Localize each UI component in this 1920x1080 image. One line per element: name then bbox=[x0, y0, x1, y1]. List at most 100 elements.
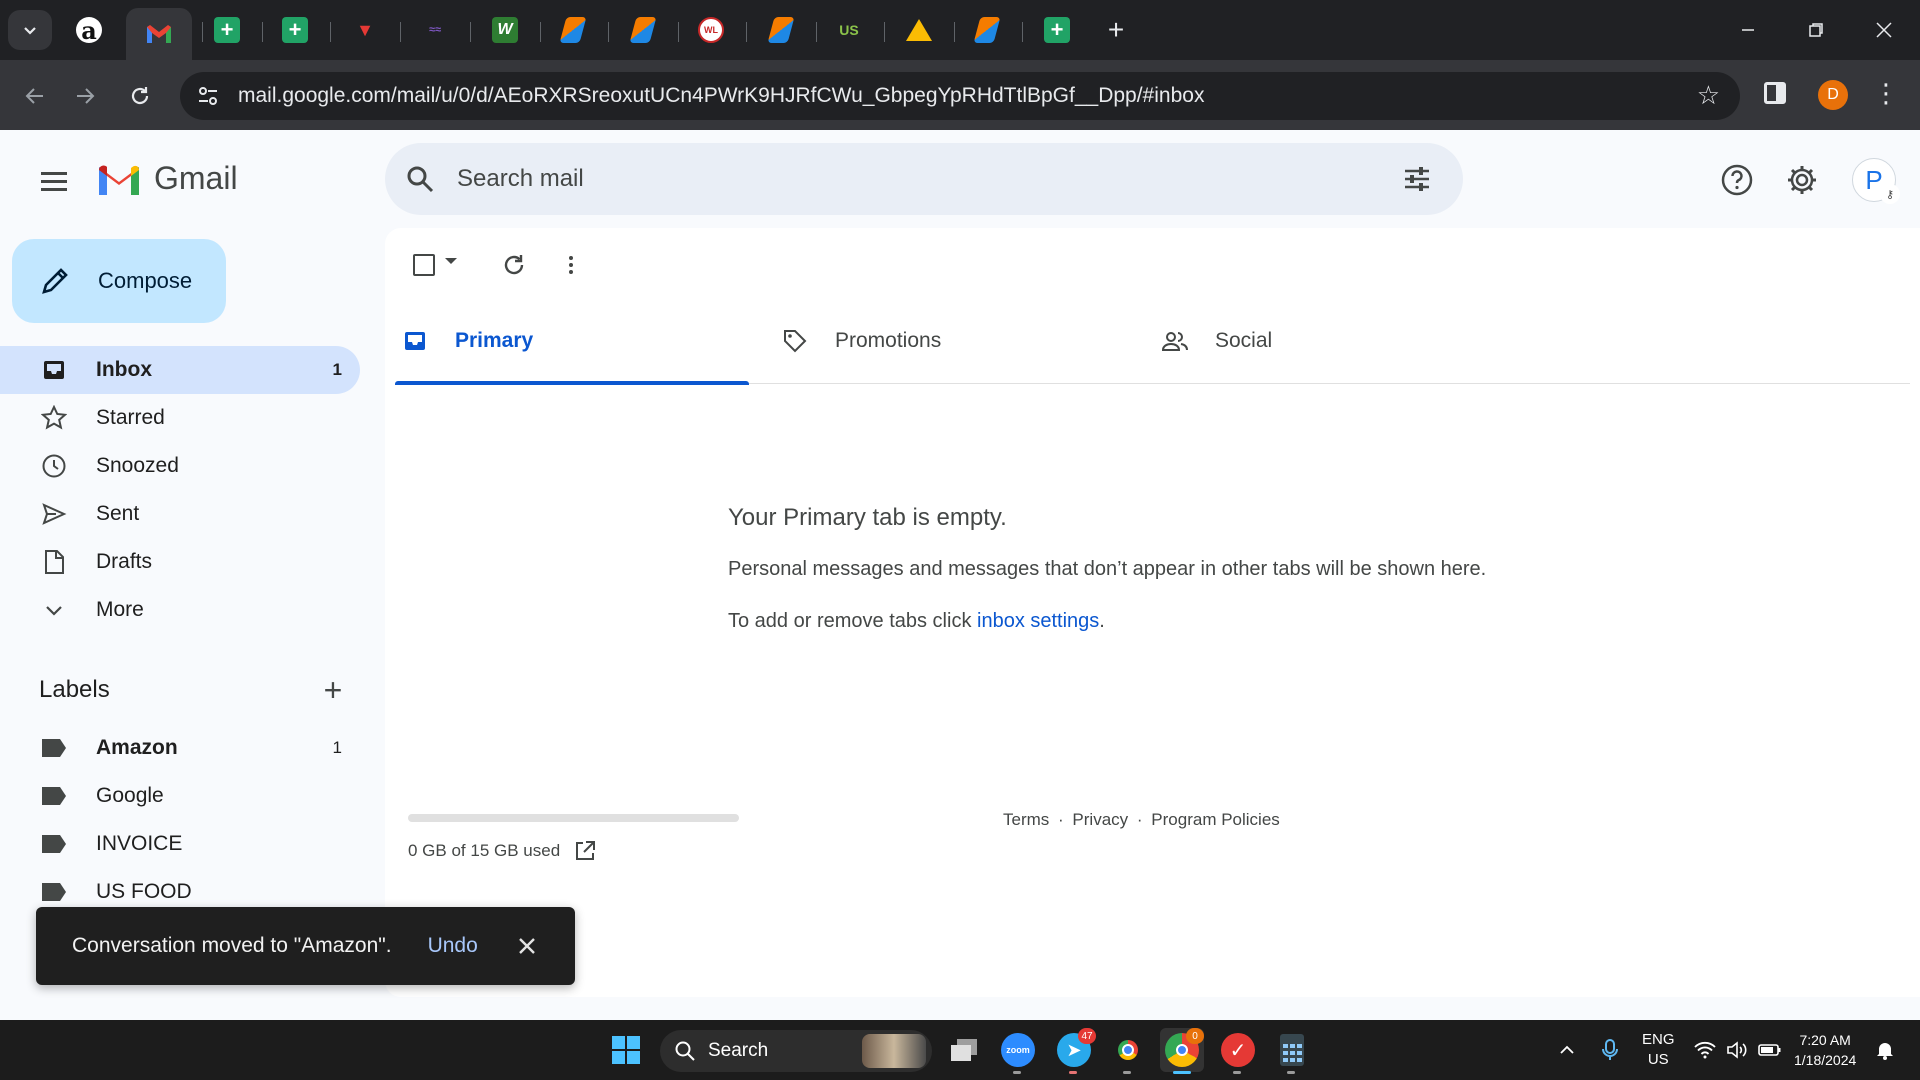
nav-label: More bbox=[96, 598, 144, 621]
taskbar-chrome-1[interactable] bbox=[1106, 1028, 1150, 1074]
gmail-logo[interactable]: Gmail bbox=[96, 160, 238, 197]
taskbar-checklist-app[interactable]: ✓ bbox=[1216, 1028, 1260, 1074]
back-button[interactable] bbox=[14, 76, 54, 116]
browser-tab-sheets-3[interactable]: + bbox=[1024, 8, 1090, 52]
select-menu-caret-icon[interactable] bbox=[445, 258, 457, 264]
browser-tab-orange-app-1[interactable] bbox=[540, 8, 606, 52]
inbox-category-tabs: Primary Promotions Social bbox=[395, 298, 1910, 385]
clock-button[interactable]: 7:20 AM 1/18/2024 bbox=[1794, 1020, 1856, 1080]
usfoods-icon: US bbox=[839, 22, 859, 38]
undo-button[interactable]: Undo bbox=[428, 934, 478, 958]
browser-menu-icon[interactable]: ⋮ bbox=[1872, 78, 1900, 109]
compose-button[interactable]: Compose bbox=[12, 239, 226, 323]
select-all-checkbox[interactable] bbox=[413, 254, 435, 276]
label-item-google[interactable]: Google bbox=[0, 772, 360, 820]
program-policies-link[interactable]: Program Policies bbox=[1151, 810, 1280, 829]
settings-button[interactable] bbox=[1782, 160, 1822, 200]
tab-social[interactable]: Social bbox=[1155, 298, 1272, 384]
inbox-settings-link[interactable]: inbox settings bbox=[977, 610, 1099, 632]
start-button[interactable] bbox=[604, 1028, 648, 1072]
close-window-button[interactable] bbox=[1856, 8, 1912, 52]
battery-icon bbox=[1758, 1044, 1781, 1056]
url-text[interactable]: mail.google.com/mail/u/0/d/AEoRXRSreoxut… bbox=[238, 84, 1204, 108]
browser-tab-sheets-1[interactable]: + bbox=[194, 8, 260, 52]
reload-button[interactable] bbox=[120, 76, 160, 116]
browser-tab-sheets-2[interactable]: + bbox=[262, 8, 328, 52]
bookmark-star-icon[interactable]: ☆ bbox=[1697, 80, 1720, 111]
browser-tab-orange-app-4[interactable] bbox=[954, 8, 1020, 52]
browser-tab-circle-logo[interactable]: WL bbox=[678, 8, 744, 52]
minimize-button[interactable] bbox=[1720, 8, 1776, 52]
main-menu-button[interactable] bbox=[36, 163, 72, 199]
browser-tab-w-logo[interactable]: W bbox=[472, 8, 538, 52]
browser-tab-amazon[interactable]: a bbox=[56, 8, 122, 52]
taskbar-chrome-2[interactable]: 0 bbox=[1160, 1028, 1204, 1074]
more-actions-icon[interactable] bbox=[561, 250, 581, 280]
browser-tab-purple-logo[interactable]: ≈≈ bbox=[402, 8, 468, 52]
create-label-button[interactable]: + bbox=[318, 674, 348, 706]
site-info-icon[interactable] bbox=[184, 72, 232, 120]
language-indicator[interactable]: ENG US bbox=[1642, 1020, 1675, 1080]
search-options-icon[interactable] bbox=[1401, 163, 1433, 195]
nav-label: Snoozed bbox=[96, 454, 179, 477]
close-icon[interactable] bbox=[516, 935, 538, 957]
key-icon: ⚷ bbox=[1880, 184, 1900, 204]
pencil-icon bbox=[42, 268, 68, 294]
windows-logo-icon bbox=[612, 1036, 640, 1064]
task-view-icon bbox=[951, 1039, 977, 1061]
label-item-amazon[interactable]: Amazon 1 bbox=[0, 724, 360, 772]
microphone-button[interactable] bbox=[1600, 1020, 1620, 1080]
browser-tab-red-logo[interactable]: ▼ bbox=[332, 8, 398, 52]
browser-tab-orange-app-3[interactable] bbox=[748, 8, 814, 52]
notifications-button[interactable] bbox=[1876, 1020, 1894, 1080]
browser-tab-usfoods[interactable]: US bbox=[816, 8, 882, 52]
search-icon[interactable] bbox=[405, 164, 435, 194]
label-item-invoice[interactable]: INVOICE bbox=[0, 820, 360, 868]
task-view-button[interactable] bbox=[942, 1028, 986, 1072]
red-logo-icon: ▼ bbox=[356, 19, 374, 40]
volume-icon bbox=[1727, 1041, 1747, 1059]
refresh-icon[interactable] bbox=[499, 250, 529, 280]
tab-primary[interactable]: Primary bbox=[395, 298, 750, 385]
nav-item-inbox[interactable]: Inbox 1 bbox=[0, 346, 360, 394]
nav-item-snoozed[interactable]: Snoozed bbox=[0, 442, 360, 490]
browser-tab-strip: a + + ▼ ≈≈ W WL US + + bbox=[0, 0, 1920, 60]
quick-settings-button[interactable] bbox=[1694, 1020, 1782, 1080]
tab-promotions[interactable]: Promotions bbox=[775, 298, 941, 384]
terms-link[interactable]: Terms bbox=[1003, 810, 1049, 829]
restore-button[interactable] bbox=[1788, 8, 1844, 52]
side-panel-icon[interactable] bbox=[1764, 82, 1786, 104]
browser-tab-gmail[interactable] bbox=[126, 8, 192, 60]
empty-state-hint: To add or remove tabs click inbox settin… bbox=[728, 610, 1105, 633]
show-hidden-icons-button[interactable] bbox=[1558, 1020, 1576, 1080]
nav-item-starred[interactable]: Starred bbox=[0, 394, 360, 442]
browser-tab-drive[interactable] bbox=[886, 8, 952, 52]
chrome-icon bbox=[1111, 1033, 1145, 1067]
nav-item-sent[interactable]: Sent bbox=[0, 490, 360, 538]
tab-search-button[interactable] bbox=[8, 10, 52, 50]
taskbar-search[interactable]: Search bbox=[660, 1030, 932, 1072]
new-tab-button[interactable]: + bbox=[1100, 12, 1132, 48]
taskbar-telegram[interactable]: ➤ 47 bbox=[1052, 1028, 1096, 1074]
sheets-icon: + bbox=[282, 17, 308, 43]
support-button[interactable] bbox=[1717, 160, 1757, 200]
address-bar[interactable]: mail.google.com/mail/u/0/d/AEoRXRSreoxut… bbox=[180, 72, 1740, 120]
drive-icon bbox=[906, 19, 932, 41]
privacy-link[interactable]: Privacy bbox=[1072, 810, 1128, 829]
nav-item-drafts[interactable]: Drafts bbox=[0, 538, 360, 586]
forward-button[interactable] bbox=[66, 76, 106, 116]
zoom-icon: zoom bbox=[1001, 1033, 1035, 1067]
label-name: US FOOD bbox=[96, 880, 192, 903]
nav-item-more[interactable]: More bbox=[0, 586, 360, 634]
send-icon bbox=[40, 500, 68, 528]
taskbar-zoom[interactable]: zoom bbox=[996, 1028, 1040, 1074]
taskbar-search-label: Search bbox=[708, 1040, 769, 1061]
browser-profile-avatar[interactable]: D bbox=[1818, 80, 1848, 110]
taskbar-calculator[interactable] bbox=[1270, 1028, 1314, 1074]
open-in-new-icon[interactable] bbox=[574, 840, 596, 862]
search-input[interactable] bbox=[457, 165, 1357, 193]
browser-tab-orange-app-2[interactable] bbox=[610, 8, 676, 52]
footer-links: Terms · Privacy · Program Policies bbox=[1003, 810, 1280, 830]
search-bar[interactable] bbox=[385, 143, 1463, 215]
snackbar-toast: Conversation moved to "Amazon". Undo bbox=[36, 907, 575, 985]
